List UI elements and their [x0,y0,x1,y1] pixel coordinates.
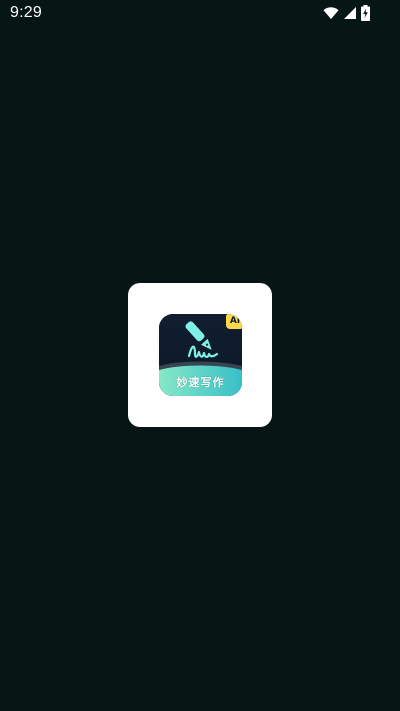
wifi-icon [323,6,339,20]
status-icons [323,5,370,21]
splash-logo-card: AI 妙速写作 [128,283,272,427]
app-icon: AI 妙速写作 [159,314,242,396]
status-time: 9:29 [10,4,42,21]
status-bar: 9:29 [0,0,400,28]
cellular-signal-icon [343,6,357,20]
app-name-label: 妙速写作 [176,376,225,389]
battery-charging-icon [361,5,370,21]
ai-badge: AI [226,314,242,329]
